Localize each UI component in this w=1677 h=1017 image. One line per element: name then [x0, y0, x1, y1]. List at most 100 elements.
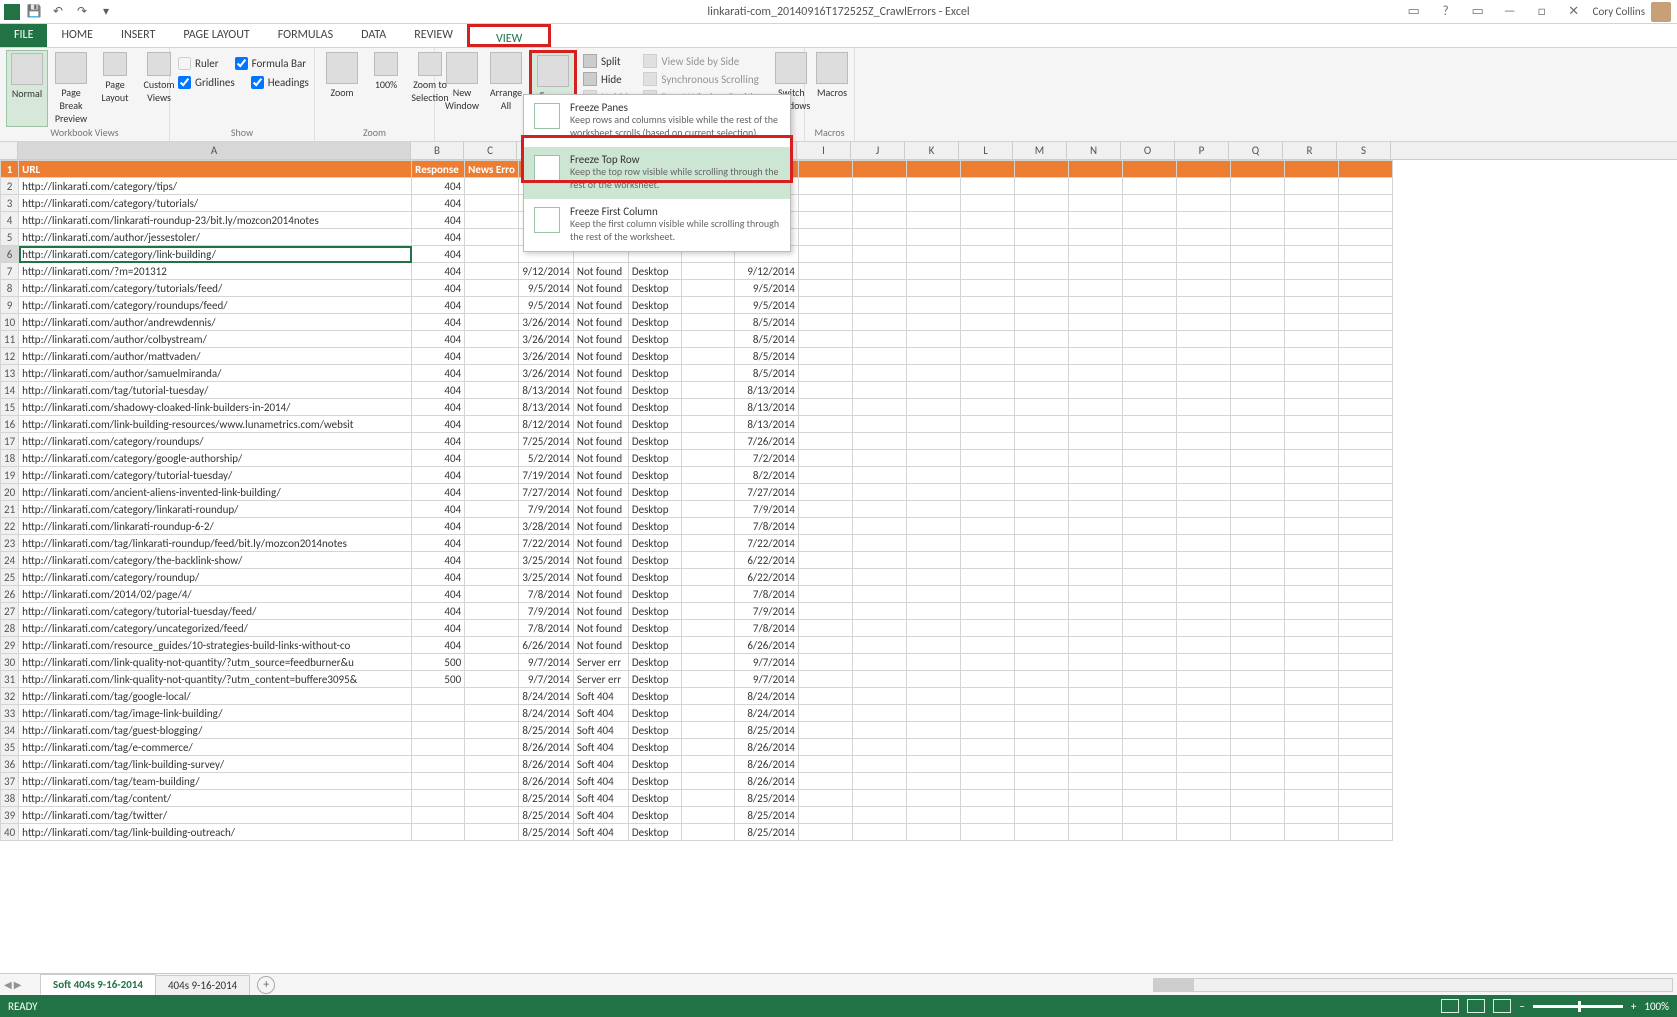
tab-data[interactable]: DATA: [347, 24, 400, 47]
cell[interactable]: [906, 501, 960, 518]
cell[interactable]: [1122, 178, 1176, 195]
cell[interactable]: [852, 467, 906, 484]
cell[interactable]: [798, 620, 852, 637]
cell[interactable]: [906, 773, 960, 790]
cell[interactable]: [1014, 824, 1068, 841]
cell[interactable]: [1068, 501, 1122, 518]
cell[interactable]: [1176, 416, 1230, 433]
formula-bar-checkbox[interactable]: Formula Bar: [233, 56, 308, 71]
cell[interactable]: [798, 824, 852, 841]
freeze-first-column-option[interactable]: Freeze First Column Keep the first colum…: [524, 199, 790, 251]
cell[interactable]: [852, 365, 906, 382]
cell[interactable]: 9/5/2014: [734, 280, 798, 297]
cell[interactable]: 8/25/2014: [734, 824, 798, 841]
cell[interactable]: [465, 467, 519, 484]
cell[interactable]: [1176, 450, 1230, 467]
cell[interactable]: [1230, 569, 1284, 586]
cell[interactable]: [960, 586, 1014, 603]
cell[interactable]: [1122, 212, 1176, 229]
cell[interactable]: [1338, 399, 1392, 416]
cell[interactable]: [465, 654, 519, 671]
cell[interactable]: [1284, 467, 1338, 484]
cell[interactable]: [1230, 331, 1284, 348]
cell[interactable]: [1068, 399, 1122, 416]
cell[interactable]: [798, 331, 852, 348]
cell[interactable]: Desktop: [628, 501, 681, 518]
zoom-slider[interactable]: [1533, 1005, 1623, 1008]
row-header[interactable]: 14: [1, 382, 19, 399]
cell[interactable]: [1284, 178, 1338, 195]
horizontal-scrollbar[interactable]: [1153, 978, 1673, 992]
cell[interactable]: [465, 518, 519, 535]
cell[interactable]: Desktop: [628, 620, 681, 637]
cell[interactable]: http://linkarati.com/tag/e-commerce/: [19, 739, 412, 756]
freeze-panes-option[interactable]: Freeze Panes Keep rows and columns visib…: [524, 95, 790, 147]
cell[interactable]: [1068, 586, 1122, 603]
cell[interactable]: [852, 654, 906, 671]
cell[interactable]: [960, 382, 1014, 399]
cell[interactable]: 7/19/2014: [518, 467, 573, 484]
cell[interactable]: [465, 280, 519, 297]
cell[interactable]: [1338, 790, 1392, 807]
cell[interactable]: [412, 790, 465, 807]
cell[interactable]: [852, 518, 906, 535]
zoom-button[interactable]: Zoom: [321, 50, 363, 106]
cell[interactable]: [1284, 620, 1338, 637]
cell[interactable]: [1176, 433, 1230, 450]
cell[interactable]: [960, 280, 1014, 297]
cell[interactable]: [1176, 348, 1230, 365]
cell[interactable]: Desktop: [628, 484, 681, 501]
cell[interactable]: [1176, 773, 1230, 790]
cell[interactable]: [1014, 314, 1068, 331]
cell[interactable]: [1014, 450, 1068, 467]
cell[interactable]: [852, 790, 906, 807]
cell[interactable]: [1122, 756, 1176, 773]
cell[interactable]: [1284, 297, 1338, 314]
cell[interactable]: [1176, 756, 1230, 773]
cell[interactable]: 8/24/2014: [518, 688, 573, 705]
qat-undo-icon[interactable]: ↶: [48, 2, 68, 22]
cell[interactable]: 404: [412, 535, 465, 552]
cell[interactable]: [798, 195, 852, 212]
cell[interactable]: [960, 365, 1014, 382]
cell[interactable]: [906, 722, 960, 739]
cell[interactable]: [1176, 212, 1230, 229]
cell[interactable]: 9/7/2014: [734, 654, 798, 671]
cell[interactable]: [1068, 637, 1122, 654]
cell[interactable]: [465, 620, 519, 637]
row-header[interactable]: 36: [1, 756, 19, 773]
cell[interactable]: 8/5/2014: [734, 365, 798, 382]
cell[interactable]: [1068, 739, 1122, 756]
cell[interactable]: [1014, 773, 1068, 790]
cell[interactable]: [1068, 824, 1122, 841]
cell[interactable]: [852, 569, 906, 586]
cell[interactable]: [906, 807, 960, 824]
cell[interactable]: [1176, 654, 1230, 671]
qat-customize-icon[interactable]: ▾: [96, 2, 116, 22]
row-header[interactable]: 25: [1, 569, 19, 586]
row-header[interactable]: 33: [1, 705, 19, 722]
cell[interactable]: http://linkarati.com/linkarati-roundup-2…: [19, 212, 412, 229]
cell[interactable]: [1230, 773, 1284, 790]
cell[interactable]: [465, 739, 519, 756]
freeze-top-row-option[interactable]: Freeze Top Row Keep the top row visible …: [524, 147, 790, 199]
cell[interactable]: [1230, 178, 1284, 195]
cell[interactable]: [1230, 671, 1284, 688]
cell[interactable]: [1338, 705, 1392, 722]
row-header[interactable]: 23: [1, 535, 19, 552]
cell[interactable]: [1284, 603, 1338, 620]
cell[interactable]: [798, 467, 852, 484]
cell[interactable]: [681, 501, 734, 518]
cell[interactable]: [681, 484, 734, 501]
cell[interactable]: [465, 178, 519, 195]
cell[interactable]: 8/5/2014: [734, 348, 798, 365]
cell[interactable]: Not found: [573, 314, 628, 331]
cell[interactable]: 8/26/2014: [518, 773, 573, 790]
cell[interactable]: Not found: [573, 382, 628, 399]
cell[interactable]: [1122, 535, 1176, 552]
cell[interactable]: 8/26/2014: [734, 739, 798, 756]
cell[interactable]: [1014, 280, 1068, 297]
cell[interactable]: http://linkarati.com/category/tutorials/: [19, 195, 412, 212]
cell[interactable]: [1176, 297, 1230, 314]
cell[interactable]: [852, 297, 906, 314]
